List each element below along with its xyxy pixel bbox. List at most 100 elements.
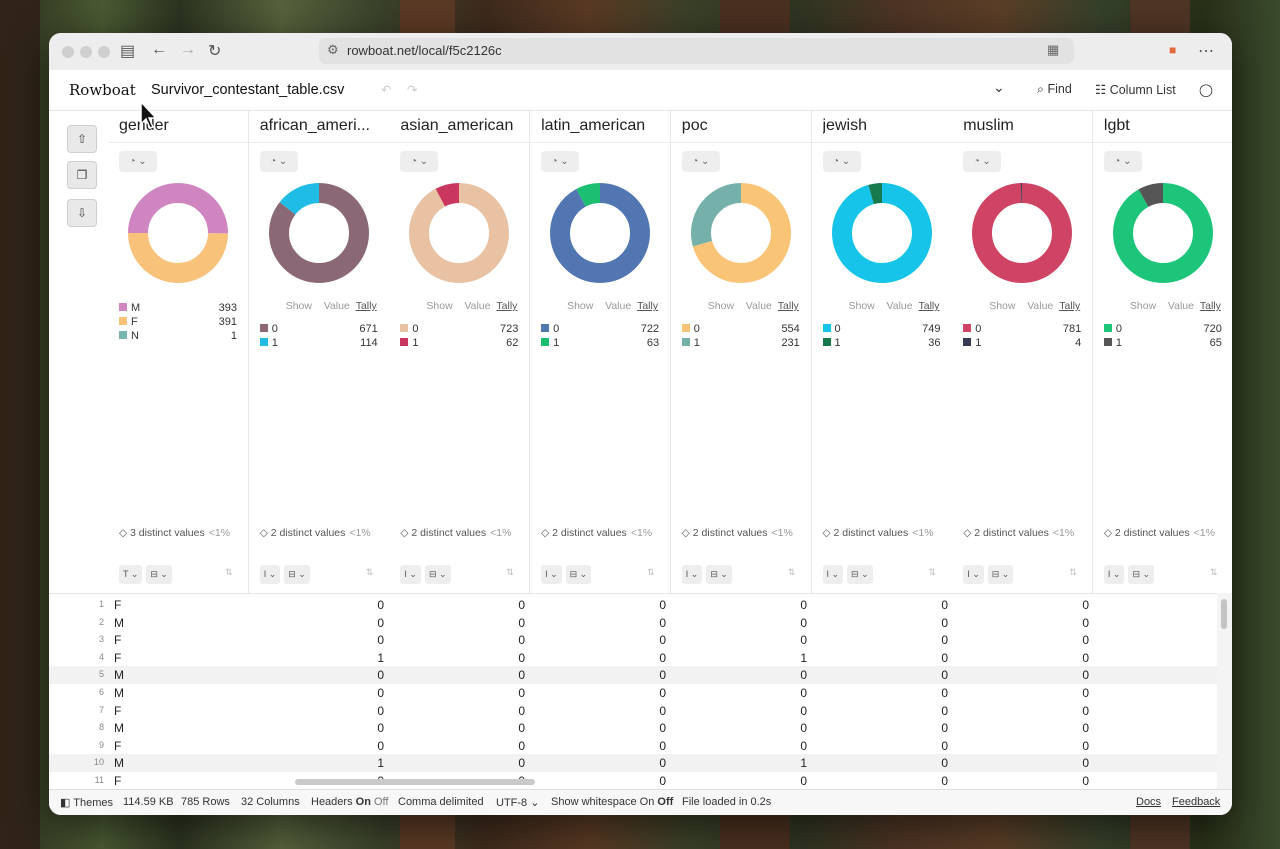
table-cell[interactable]: 0 (364, 616, 384, 630)
type-select[interactable]: I ⌄ (259, 565, 281, 584)
legend-row[interactable]: M 393 (119, 302, 237, 316)
table-cell[interactable]: 1 (364, 651, 384, 665)
chart-type-select[interactable]: ◔ ⌄ (400, 151, 439, 172)
headers-toggle[interactable]: Headers On Off (311, 796, 388, 808)
legend-row[interactable]: 0 554 (681, 323, 800, 337)
table-cell[interactable]: 0 (505, 668, 525, 682)
address-bar[interactable]: ⚙ rowboat.net/local/f5c2126c ▦ (319, 38, 1074, 64)
chart-type-select[interactable]: ◔ ⌄ (259, 151, 298, 172)
table-cell[interactable]: 0 (505, 704, 525, 718)
sort-icon[interactable]: ⇅ (647, 567, 655, 578)
table-row[interactable]: 6M 0 0 0 0 0 0 (49, 684, 1217, 702)
minimize-dot[interactable] (80, 46, 92, 58)
table-cell[interactable]: 0 (787, 721, 807, 735)
table-cell[interactable]: M (114, 721, 124, 735)
table-cell[interactable]: 0 (787, 598, 807, 612)
type-select[interactable]: I ⌄ (822, 565, 844, 584)
table-cell[interactable]: M (114, 756, 124, 770)
table-cell[interactable]: 0 (1069, 668, 1089, 682)
vertical-scroll-thumb[interactable] (1221, 599, 1227, 629)
chart-type-select[interactable]: ◔ ⌄ (963, 151, 1002, 172)
legend-row[interactable]: 1 36 (822, 337, 941, 351)
legend-row[interactable]: F 391 (119, 316, 237, 330)
legend-header-value[interactable]: Value (887, 300, 913, 312)
column-header[interactable]: african_ameri... (248, 111, 389, 143)
table-cell[interactable]: 0 (928, 598, 948, 612)
legend-row[interactable]: 0 723 (400, 323, 518, 337)
table-row[interactable]: 11F000000 (49, 772, 1217, 790)
column-header[interactable]: latin_american (530, 111, 671, 143)
table-cell[interactable]: 0 (928, 633, 948, 647)
table-cell[interactable]: 0 (505, 686, 525, 700)
legend-header-tally[interactable]: Tally (778, 300, 799, 312)
table-cell[interactable]: 0 (787, 668, 807, 682)
donut-slice[interactable] (550, 183, 651, 283)
legend-row[interactable]: 1 63 (541, 337, 659, 351)
table-cell[interactable]: 1 (787, 756, 807, 770)
table-cell[interactable]: 0 (1069, 721, 1089, 735)
type-select[interactable]: I ⌄ (400, 565, 421, 584)
legend-header-tally[interactable]: Tally (496, 300, 517, 312)
type-select[interactable]: I ⌄ (1103, 565, 1125, 584)
sort-icon[interactable]: ⇅ (788, 567, 796, 578)
table-row[interactable]: 5M 0 0 0 0 0 0 (49, 666, 1217, 684)
format-select[interactable]: ⊟ ⌄ (1128, 565, 1155, 584)
legend-header-tally[interactable]: Tally (919, 300, 940, 312)
legend-header-show[interactable]: Show (567, 300, 593, 312)
legend-header-tally[interactable]: Tally (637, 300, 658, 312)
legend-row[interactable]: 1 231 (681, 337, 800, 351)
table-cell[interactable]: 0 (646, 774, 666, 788)
more-menu-icon[interactable]: ⋯ (1198, 41, 1214, 61)
table-cell[interactable]: 0 (505, 739, 525, 753)
delimiter-select[interactable]: Comma delimited (398, 796, 484, 808)
legend-row[interactable]: 0 749 (822, 323, 941, 337)
table-cell[interactable]: 0 (364, 721, 384, 735)
table-cell[interactable]: F (114, 598, 121, 612)
legend-header-show[interactable]: Show (1130, 300, 1156, 312)
table-cell[interactable]: F (114, 774, 121, 788)
reader-icon[interactable]: ▦ (1047, 42, 1059, 58)
table-cell[interactable]: 0 (646, 756, 666, 770)
table-cell[interactable]: 0 (787, 633, 807, 647)
table-cell[interactable]: 0 (928, 774, 948, 788)
table-cell[interactable]: 1 (364, 756, 384, 770)
table-cell[interactable]: 0 (364, 598, 384, 612)
table-cell[interactable]: 0 (928, 616, 948, 630)
format-select[interactable]: ⊟ ⌄ (146, 565, 172, 584)
copy-icon[interactable]: ❐ (67, 161, 97, 189)
user-icon[interactable]: ◯ (1199, 82, 1213, 97)
legend-header-value[interactable]: Value (1168, 300, 1194, 312)
column-header[interactable]: gender (108, 111, 248, 143)
chart-type-select[interactable]: ◔ ⌄ (541, 151, 580, 172)
table-row[interactable]: 9F 0 0 0 0 0 0 (49, 737, 1217, 755)
table-cell[interactable]: 0 (787, 774, 807, 788)
table-cell[interactable]: 0 (364, 739, 384, 753)
maximize-dot[interactable] (98, 46, 110, 58)
table-cell[interactable]: F (114, 739, 121, 753)
type-select[interactable]: T ⌄ (119, 565, 143, 584)
legend-header-show[interactable]: Show (708, 300, 734, 312)
find-button[interactable]: ⌕ Find (1037, 82, 1072, 97)
table-cell[interactable]: F (114, 651, 121, 665)
table-cell[interactable]: 0 (1069, 633, 1089, 647)
table-cell[interactable]: 0 (787, 616, 807, 630)
format-select[interactable]: ⊟ ⌄ (987, 565, 1014, 584)
table-cell[interactable]: 0 (1069, 756, 1089, 770)
close-dot[interactable] (62, 46, 74, 58)
horizontal-scroll-thumb[interactable] (295, 779, 535, 785)
table-cell[interactable]: 0 (787, 704, 807, 718)
table-row[interactable]: 8M 0 0 0 0 0 0 (49, 719, 1217, 737)
extension-icon[interactable]: ■ (1169, 43, 1176, 57)
upload-icon[interactable]: ⇧ (67, 125, 97, 153)
type-select[interactable]: I ⌄ (963, 565, 984, 584)
legend-row[interactable]: 1 65 (1103, 337, 1222, 351)
sort-icon[interactable]: ⇅ (1210, 567, 1218, 578)
table-row[interactable]: 10 M 1 0 0 1 0 0 (49, 754, 1217, 772)
legend-header-tally[interactable]: Tally (356, 300, 377, 312)
table-row[interactable]: 2M 0 0 0 0 0 0 (49, 614, 1217, 632)
download-icon[interactable]: ⇩ (67, 199, 97, 227)
whitespace-toggle[interactable]: Show whitespace On Off (551, 796, 673, 808)
legend-row[interactable]: 1 62 (400, 337, 518, 351)
sort-icon[interactable]: ⇅ (506, 567, 514, 578)
table-cell[interactable]: 0 (1069, 616, 1089, 630)
